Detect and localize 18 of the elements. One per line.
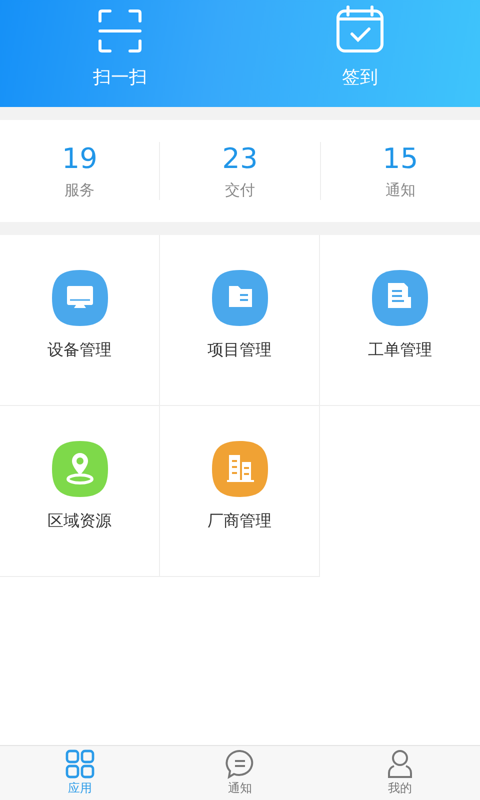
grid-icon [65, 749, 95, 779]
app-tile[interactable]: 设备管理 [0, 235, 160, 406]
scan-icon [98, 9, 142, 53]
app-tile[interactable]: 区域资源 [0, 406, 160, 577]
app-tile[interactable]: 厂商管理 [160, 406, 320, 577]
app-tile[interactable]: 工单管理 [320, 235, 480, 406]
person-icon [385, 749, 415, 779]
tab[interactable]: 通知 [160, 746, 320, 800]
calendar-check-icon [336, 5, 384, 53]
stat-label: 通知 [385, 181, 416, 200]
stat-count: 23 [222, 142, 258, 175]
stat-label: 服务 [64, 181, 95, 200]
tab[interactable]: 我的 [320, 746, 480, 800]
stat-label: 交付 [224, 181, 255, 200]
stat-count: 15 [382, 142, 418, 175]
app-tile[interactable]: 项目管理 [160, 235, 320, 406]
chat-icon [225, 749, 255, 779]
stat-count: 19 [62, 142, 98, 175]
